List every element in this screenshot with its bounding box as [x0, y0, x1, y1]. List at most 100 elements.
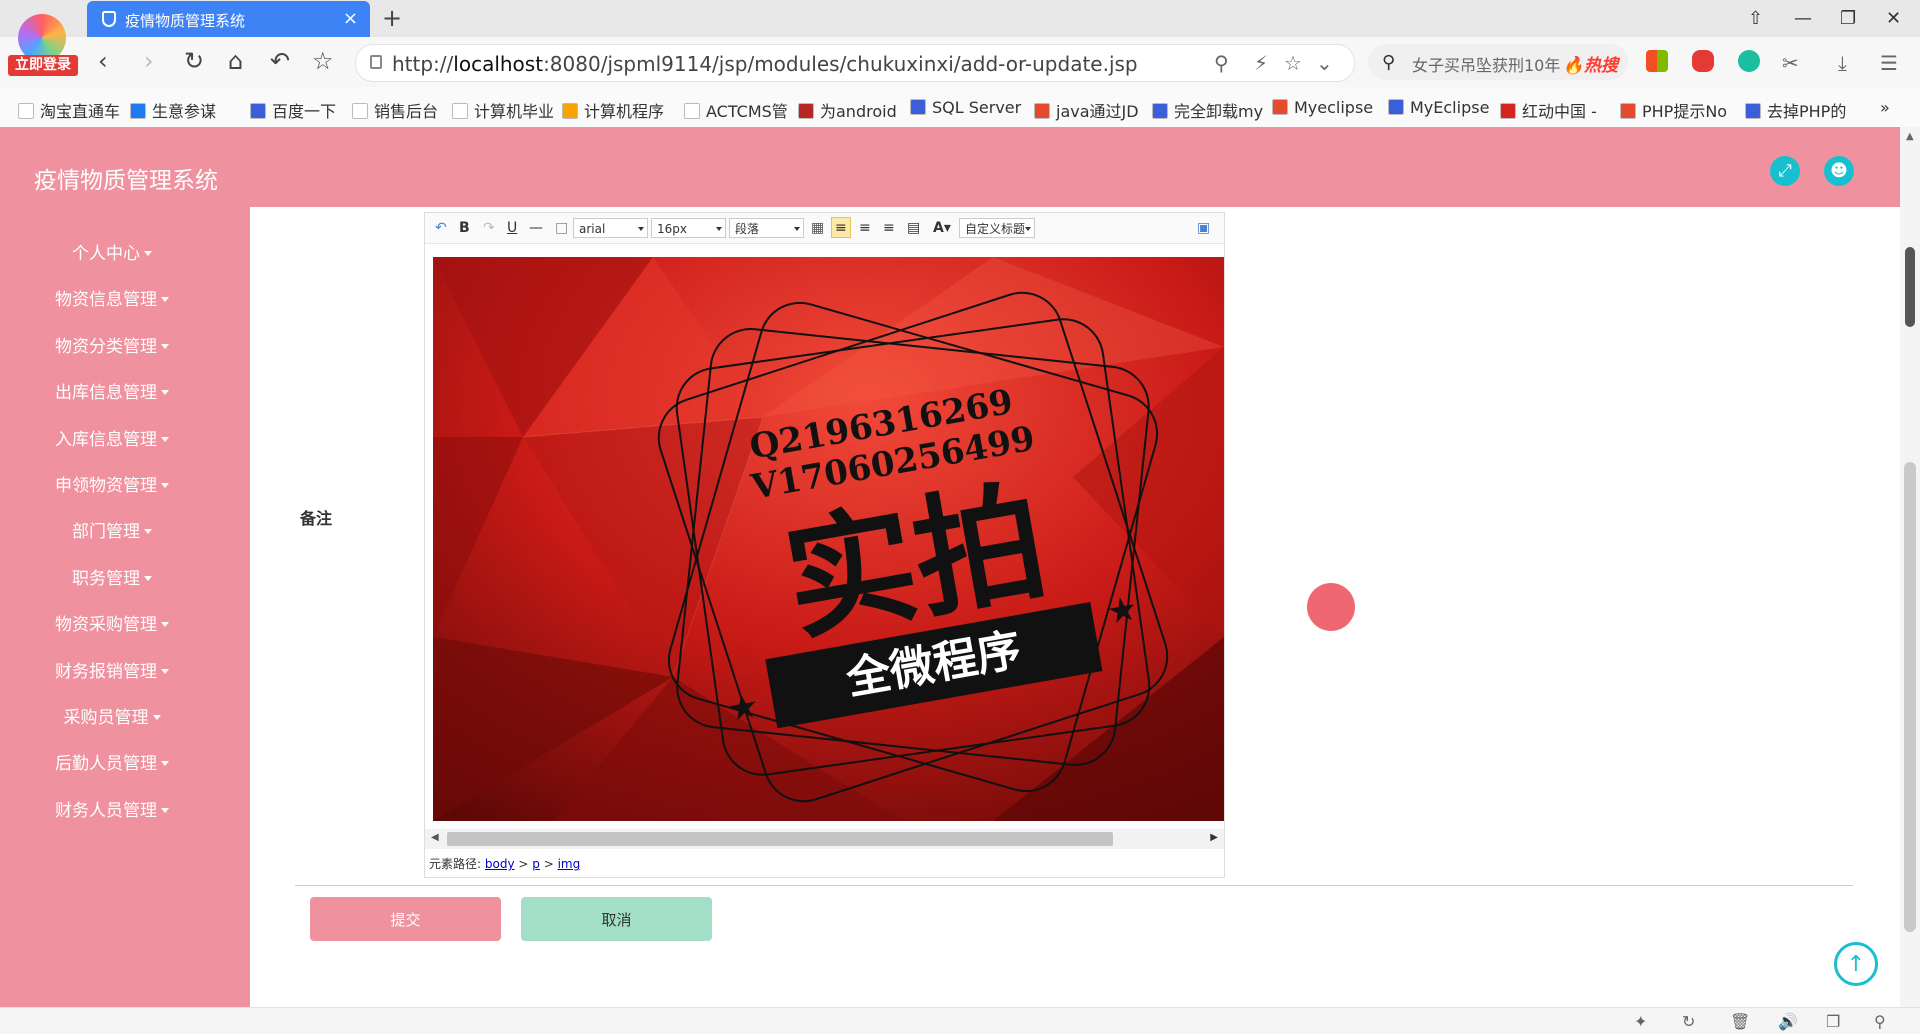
undo-icon[interactable]: ↶ [435, 220, 447, 236]
custom-title-select[interactable]: 自定义标题 [959, 218, 1035, 238]
font-size-select[interactable]: 16px [651, 218, 726, 238]
sidebar-item[interactable]: 出库信息管理 [0, 378, 224, 403]
favorite-icon[interactable]: ☆ [1284, 51, 1302, 75]
bookmark-item[interactable]: 淘宝直通车 [18, 98, 120, 122]
editor-horizontal-scrollbar[interactable]: ◀ ▶ [425, 829, 1224, 849]
sidebar-item[interactable]: 个人中心 [0, 239, 224, 264]
game-icon[interactable] [1692, 50, 1714, 72]
sidebar-item[interactable]: 采购员管理 [0, 703, 224, 728]
forward-icon[interactable]: › [144, 47, 154, 75]
browser-tab-active[interactable]: 疫情物质管理系统 × [87, 1, 370, 37]
product-image[interactable]: Q2196316269 V17060256499 实拍 全微程序 ★ ★ [433, 257, 1224, 821]
search-input[interactable]: ⚲ 女子买吊坠获刑10年 🔥热搜 [1368, 44, 1628, 80]
sidebar-item[interactable]: 职务管理 [0, 564, 224, 589]
bookmark-item[interactable]: 去掉PHP的 [1745, 98, 1846, 122]
bookmark-item[interactable]: 红动中国 - [1500, 98, 1597, 122]
align-right-icon[interactable]: ≡ [883, 220, 895, 236]
undo-icon[interactable]: ↶ [270, 47, 290, 75]
bookmark-item[interactable]: SQL Server [910, 98, 1021, 117]
sidebar-item[interactable]: 后勤人员管理 [0, 749, 224, 774]
new-tab-button[interactable]: + [382, 4, 402, 32]
trash-icon[interactable]: 🗑 [1730, 1012, 1750, 1031]
sync-icon[interactable] [1738, 50, 1760, 72]
page-vertical-scrollbar[interactable]: ▲ [1900, 127, 1920, 1007]
close-window-button[interactable]: ✕ [1886, 8, 1901, 29]
align-left-icon[interactable]: ≡ [835, 220, 847, 236]
window-icon[interactable]: ❐ [1826, 1012, 1840, 1031]
click-indicator [1307, 583, 1355, 631]
path-body-link[interactable]: body [485, 857, 515, 871]
path-p-link[interactable]: p [532, 857, 540, 871]
restore-button[interactable]: ❐ [1840, 8, 1856, 29]
sidebar-item[interactable]: 申领物资管理 [0, 471, 224, 496]
fullscreen-editor-icon[interactable]: ▣ [1197, 220, 1210, 236]
sidebar-item[interactable]: 财务人员管理 [0, 796, 224, 821]
bookmark-item[interactable]: 计算机程序 [562, 98, 664, 122]
sidebar-item[interactable]: 入库信息管理 [0, 425, 224, 450]
sidebar-item[interactable]: 物资采购管理 [0, 610, 224, 635]
scroll-up-icon[interactable]: ▲ [1906, 131, 1914, 142]
editor-toolbar: ↶ B ↷ U — □ arial 16px 段落 ▦ ≡ ≡ ≡ ▤ A▾ 自… [425, 213, 1224, 244]
star-icon[interactable]: ☆ [312, 47, 334, 75]
page-icon[interactable]: □ [555, 220, 568, 236]
bookmark-item[interactable]: 百度一下 [250, 98, 336, 122]
justify-icon[interactable]: ▤ [907, 220, 920, 236]
chevron-down-icon[interactable]: ⌄ [1316, 51, 1333, 75]
bookmark-item[interactable]: java通过JD [1034, 98, 1139, 122]
bookmark-item[interactable]: PHP提示No [1620, 98, 1727, 122]
scissors-icon[interactable]: ✂ [1782, 51, 1799, 75]
lightning-icon[interactable]: ⚡ [1254, 51, 1268, 75]
horizontal-rule-icon[interactable]: — [529, 220, 543, 236]
redo-icon[interactable]: ↷ [483, 220, 495, 236]
bookmarks-more-icon[interactable]: » [1880, 98, 1890, 117]
font-family-select[interactable]: arial [573, 218, 648, 238]
page-scroll-thumb[interactable] [1904, 462, 1916, 932]
bookmark-item[interactable]: ACTCMS管 [684, 98, 788, 122]
scroll-left-icon[interactable]: ◀ [431, 832, 439, 843]
zoom-icon[interactable]: ⚲ [1874, 1012, 1886, 1031]
underline-icon[interactable]: U [507, 220, 517, 236]
sidebar-item[interactable]: 物资信息管理 [0, 285, 224, 310]
scroll-right-icon[interactable]: ▶ [1210, 832, 1218, 843]
refresh-status-icon[interactable]: ↻ [1682, 1012, 1695, 1031]
bookmark-item[interactable]: 销售后台 [352, 98, 438, 122]
minimize-button[interactable]: — [1794, 8, 1812, 29]
zoom-search-icon[interactable]: ⚲ [1214, 51, 1229, 75]
apps-icon[interactable] [1646, 50, 1668, 72]
user-icon[interactable]: ☻ [1824, 156, 1854, 186]
path-img-link[interactable]: img [558, 857, 581, 871]
sidebar-item[interactable]: 财务报销管理 [0, 657, 224, 682]
login-badge[interactable]: 立即登录 [8, 55, 78, 76]
reload-icon[interactable]: ↻ [184, 47, 204, 75]
paragraph-select[interactable]: 段落 [729, 218, 804, 238]
align-center-icon[interactable]: ≡ [859, 220, 871, 236]
submit-button[interactable]: 提交 [310, 897, 501, 941]
cancel-button[interactable]: 取消 [521, 897, 712, 941]
back-to-top-icon[interactable]: ↑ [1834, 942, 1878, 986]
table-icon[interactable]: ▦ [811, 220, 824, 236]
bookmark-item[interactable]: MyEclipse [1388, 98, 1489, 117]
sidebar-item-label: 出库信息管理 [55, 383, 157, 404]
back-icon[interactable]: ‹ [98, 47, 108, 75]
menu-icon[interactable]: ☰ [1880, 51, 1898, 75]
bookmark-item[interactable]: 计算机毕业 [452, 98, 554, 122]
accelerate-icon[interactable]: ✦ [1634, 1012, 1647, 1031]
bookmark-item[interactable]: 为android [798, 98, 897, 122]
bookmark-item[interactable]: Myeclipse [1272, 98, 1373, 117]
bookmark-item[interactable]: 生意参谋 [130, 98, 216, 122]
fullscreen-icon[interactable]: ⤢ [1770, 156, 1800, 186]
url-input[interactable]: http://localhost:8080/jspml9114/jsp/modu… [355, 44, 1355, 82]
sound-icon[interactable]: 🔊 [1778, 1012, 1798, 1031]
home-icon[interactable]: ⌂ [228, 47, 243, 75]
rich-text-editor[interactable]: ↶ B ↷ U — □ arial 16px 段落 ▦ ≡ ≡ ≡ ▤ A▾ 自… [424, 212, 1225, 878]
sidebar-item[interactable]: 物资分类管理 [0, 332, 224, 357]
bookmark-icon [562, 103, 578, 119]
pin-icon[interactable]: ⇧ [1748, 8, 1763, 29]
scroll-thumb[interactable] [447, 832, 1113, 846]
sidebar-item[interactable]: 部门管理 [0, 517, 224, 542]
font-color-icon[interactable]: A▾ [933, 220, 951, 236]
bold-icon[interactable]: B [459, 220, 470, 236]
tab-close-icon[interactable]: × [343, 8, 358, 29]
download-icon[interactable]: ⤓ [1838, 51, 1847, 75]
bookmark-item[interactable]: 完全卸载my [1152, 98, 1263, 122]
